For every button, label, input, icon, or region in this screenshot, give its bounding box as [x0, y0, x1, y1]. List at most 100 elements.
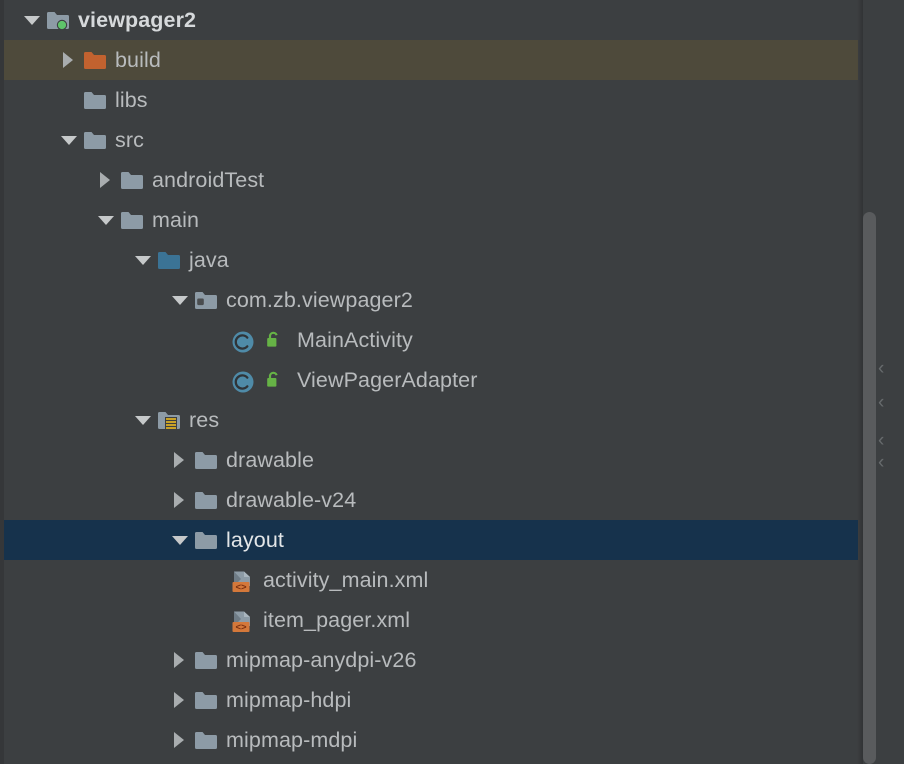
chevron-right-icon[interactable]: [166, 480, 192, 520]
tree-row-label: com.zb.viewpager2: [226, 288, 413, 312]
tree-row-label: item_pager.xml: [263, 608, 411, 632]
twisty-placeholder: [203, 320, 229, 360]
chevron-down-icon[interactable]: [129, 400, 155, 440]
tree-row-label: layout: [226, 528, 284, 552]
resource-root-folder-icon: [155, 400, 185, 440]
svg-text:<>: <>: [235, 582, 247, 593]
layout-xml-file-icon: <>: [229, 560, 259, 600]
twisty-placeholder: [203, 600, 229, 640]
tree-row[interactable]: viewpager2: [0, 0, 858, 40]
tree-row[interactable]: androidTest: [0, 160, 858, 200]
java-class-icon: [229, 360, 259, 400]
module-folder-icon: [44, 0, 74, 40]
chevron-down-icon[interactable]: [18, 0, 44, 40]
tree-row-label: androidTest: [152, 168, 265, 192]
chevron-down-icon[interactable]: [129, 240, 155, 280]
chevron-down-icon[interactable]: [166, 280, 192, 320]
tree-row[interactable]: java: [0, 240, 858, 280]
folder-icon: [81, 80, 111, 120]
tree-row-label: viewpager2: [78, 8, 197, 32]
tree-row[interactable]: <> item_pager.xml: [0, 600, 858, 640]
excluded-folder-icon: [81, 40, 111, 80]
tree-row[interactable]: com.zb.viewpager2: [0, 280, 858, 320]
tree-row-label: mipmap-hdpi: [226, 688, 352, 712]
tree-row-label: java: [189, 248, 229, 272]
tree-row-label: mipmap-mdpi: [226, 728, 358, 752]
tree-row[interactable]: mipmap-mdpi: [0, 720, 858, 760]
clipped-text-fragment: ‹: [878, 392, 885, 413]
public-lock-icon: [263, 320, 293, 360]
source-root-folder-icon: [155, 240, 185, 280]
twisty-placeholder: [203, 360, 229, 400]
project-tool-window: viewpager2 build libs src androidTest main jav…: [0, 0, 904, 764]
tree-row[interactable]: mipmap-hdpi: [0, 680, 858, 720]
left-gutter: [0, 0, 4, 764]
public-lock-icon: [263, 360, 293, 400]
tree-row-label: main: [152, 208, 200, 232]
folder-icon: [118, 160, 148, 200]
tree-row-label: activity_main.xml: [263, 568, 429, 592]
tree-row-label: mipmap-anydpi-v26: [226, 648, 417, 672]
chevron-down-icon[interactable]: [166, 520, 192, 560]
tree-row[interactable]: drawable: [0, 440, 858, 480]
folder-icon: [192, 520, 222, 560]
tree-row-label: build: [115, 48, 161, 72]
tree-row-label: res: [189, 408, 220, 432]
tree-row-label: drawable-v24: [226, 488, 357, 512]
twisty-placeholder: [55, 80, 81, 120]
tree-row[interactable]: main: [0, 200, 858, 240]
chevron-right-icon[interactable]: [55, 40, 81, 80]
svg-text:<>: <>: [235, 622, 247, 633]
tree-row[interactable]: layout: [0, 520, 858, 560]
chevron-down-icon[interactable]: [92, 200, 118, 240]
tree-row-label: drawable: [226, 448, 315, 472]
vertical-scrollbar-thumb[interactable]: [863, 212, 876, 764]
clipped-text-fragment: ‹: [878, 452, 885, 473]
chevron-right-icon[interactable]: [92, 160, 118, 200]
chevron-right-icon[interactable]: [166, 720, 192, 760]
tree-row[interactable]: src: [0, 120, 858, 160]
folder-icon: [192, 440, 222, 480]
tree-row[interactable]: mipmap-anydpi-v26: [0, 640, 858, 680]
clipped-text-fragment: ‹: [878, 358, 885, 379]
folder-icon: [81, 120, 111, 160]
folder-icon: [192, 720, 222, 760]
folder-icon: [192, 680, 222, 720]
tree-row[interactable]: drawable-v24: [0, 480, 858, 520]
tree-row-label: libs: [115, 88, 148, 112]
twisty-placeholder: [203, 560, 229, 600]
tree-row[interactable]: libs: [0, 80, 858, 120]
chevron-right-icon[interactable]: [166, 680, 192, 720]
folder-icon: [118, 200, 148, 240]
tree-row-label: MainActivity: [297, 328, 413, 352]
folder-icon: [192, 640, 222, 680]
project-file-tree[interactable]: viewpager2 build libs src androidTest main jav…: [0, 0, 858, 764]
chevron-down-icon[interactable]: [55, 120, 81, 160]
chevron-right-icon[interactable]: [166, 640, 192, 680]
folder-icon: [192, 480, 222, 520]
tree-row[interactable]: ViewPagerAdapter: [0, 360, 858, 400]
chevron-right-icon[interactable]: [166, 440, 192, 480]
tree-row[interactable]: MainActivity: [0, 320, 858, 360]
tree-row[interactable]: <> activity_main.xml: [0, 560, 858, 600]
tree-row[interactable]: res: [0, 400, 858, 440]
tree-row[interactable]: build: [0, 40, 858, 80]
clipped-text-fragment: ‹: [878, 430, 885, 451]
